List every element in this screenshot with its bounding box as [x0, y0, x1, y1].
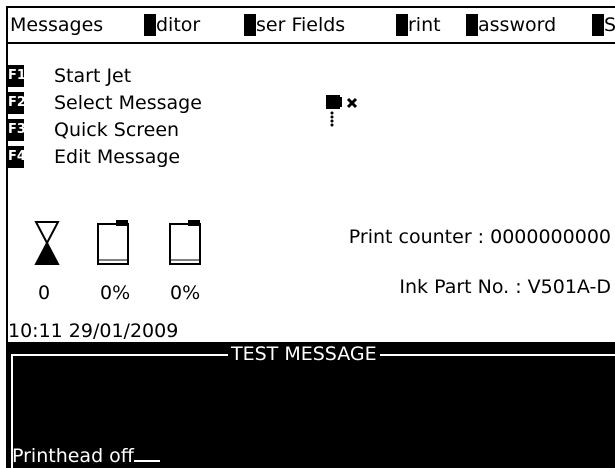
- menu-bar: Messages ditor ser Fields rint assword S: [8, 8, 615, 44]
- date-time: 10:11 29/01/2009: [8, 320, 179, 342]
- hourglass-value: 0: [38, 282, 51, 304]
- menu-messages-label: essages: [26, 14, 104, 36]
- fkey-tag: F4: [8, 146, 26, 168]
- function-key-list: F1 Start Jet F2 Select Message F3 Quick …: [8, 63, 202, 171]
- fkey-label: Start Jet: [54, 65, 132, 87]
- menu-s[interactable]: S: [592, 13, 615, 37]
- text-cursor: [133, 460, 160, 462]
- menu-print-label: rint: [408, 14, 441, 36]
- menu-password[interactable]: assword: [466, 13, 556, 37]
- fkey-quick-screen[interactable]: F3 Quick Screen: [8, 117, 179, 144]
- menu-messages[interactable]: Messages: [10, 13, 103, 37]
- fkey-label: Quick Screen: [54, 119, 180, 141]
- menu-editor-label: ditor: [156, 14, 201, 36]
- menu-editor-key: [144, 14, 156, 36]
- menu-editor[interactable]: ditor: [144, 13, 200, 37]
- printhead-status-text: Printhead off: [12, 445, 134, 467]
- menu-print-key: [396, 14, 408, 36]
- fkey-label: Edit Message: [54, 146, 181, 168]
- menu-password-key: [466, 14, 478, 36]
- menu-s-lead: S: [604, 14, 615, 36]
- ink-level-value: 0%: [100, 282, 131, 304]
- menu-s-key: [592, 14, 604, 36]
- menu-user-fields-key: [244, 14, 256, 36]
- fkey-select-message[interactable]: F2 Select Message: [8, 90, 202, 117]
- fkey-tag: F2: [8, 92, 26, 114]
- printhead-status: Printhead off: [12, 444, 160, 468]
- fkey-edit-message[interactable]: F4 Edit Message: [8, 144, 180, 171]
- menu-print[interactable]: rint: [396, 13, 441, 37]
- menu-messages-lead: M: [10, 14, 27, 36]
- fkey-start-jet[interactable]: F1 Start Jet: [8, 63, 131, 90]
- hourglass-icon: [34, 221, 60, 265]
- makeup-level-value: 0%: [170, 282, 201, 304]
- menu-password-label: assword: [478, 14, 557, 36]
- printhead-jet-off-icon: [326, 95, 358, 127]
- ink-part-number: Ink Part No. : V501A-D: [399, 276, 611, 298]
- printer-screen: Messages ditor ser Fields rint assword S…: [6, 6, 615, 468]
- menu-user-fields[interactable]: ser Fields: [244, 13, 345, 37]
- fkey-tag: F3: [8, 119, 26, 141]
- ink-level-icon: [97, 220, 129, 265]
- menu-user-fields-label: ser Fields: [256, 14, 346, 36]
- fkey-label: Select Message: [54, 92, 202, 114]
- makeup-level-icon: [169, 220, 201, 265]
- print-counter: Print counter : 0000000000: [348, 226, 611, 248]
- message-title: TEST MESSAGE: [228, 343, 380, 365]
- message-panel: TEST MESSAGE Printhead off: [8, 342, 615, 468]
- fkey-tag: F1: [8, 65, 26, 87]
